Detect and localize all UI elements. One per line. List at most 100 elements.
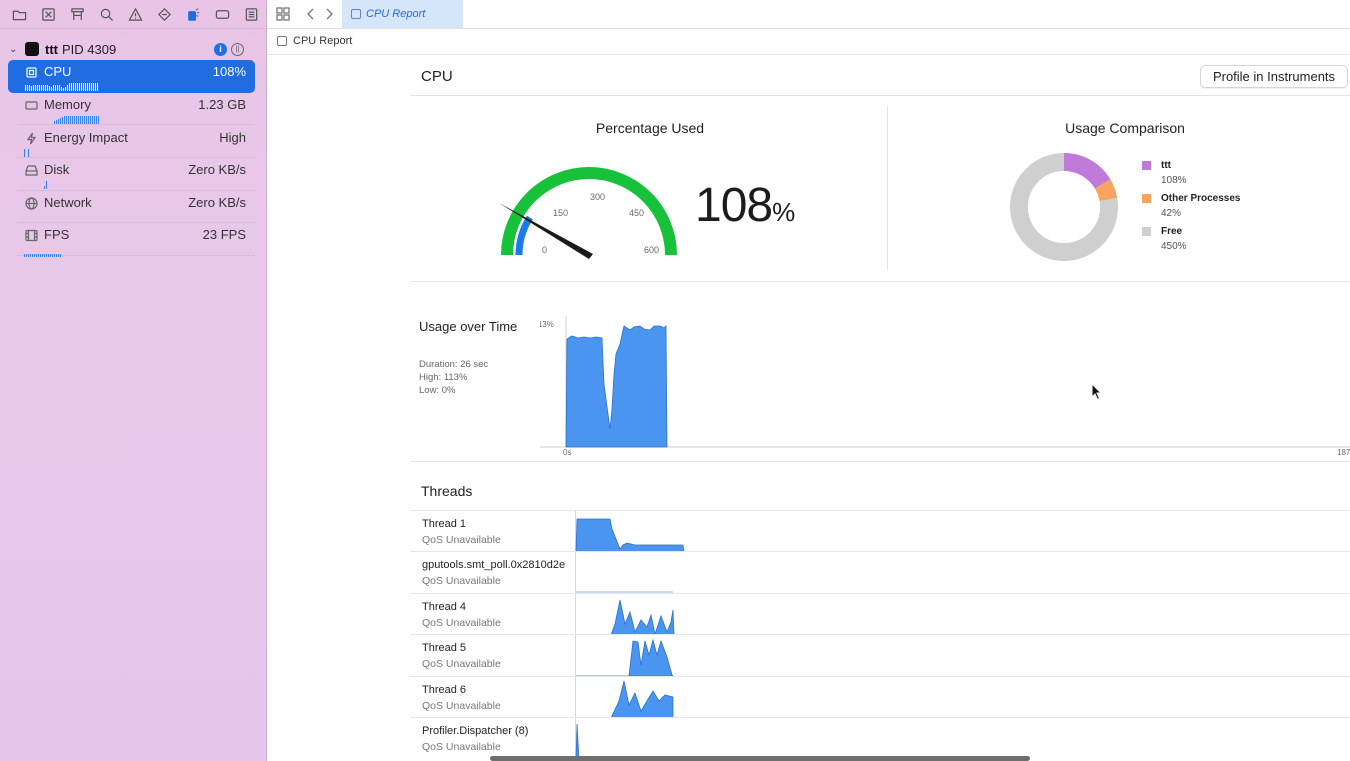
gauge-value: 108% — [212, 64, 246, 79]
editor-area: CPU Report CPU Report CPU Profile in Ins… — [267, 0, 1350, 761]
gauge-cpu[interactable]: CPU 108% — [8, 60, 255, 93]
thread-qos: QoS Unavailable — [422, 658, 501, 670]
hierarchy-icon[interactable] — [63, 0, 92, 29]
profile-in-instruments-button[interactable]: Profile in Instruments — [1200, 65, 1348, 88]
label-icon[interactable] — [208, 0, 237, 29]
gauge-label: FPS — [44, 227, 70, 242]
cpu-percentage-value: 108% — [695, 179, 795, 232]
gauge-label: Memory — [44, 97, 91, 112]
thread-row[interactable]: Thread 5 QoS Unavailable — [410, 634, 1350, 676]
thread-chart — [576, 599, 675, 635]
grid-icon[interactable] — [275, 6, 291, 22]
gauge-label: Energy Impact — [44, 130, 128, 145]
percentage-used-title: Percentage Used — [595, 120, 705, 136]
thread-qos: QoS Unavailable — [422, 700, 501, 712]
gauge-value: High — [219, 130, 246, 145]
thread-name: Thread 1 — [422, 518, 467, 530]
disk-icon — [25, 164, 38, 177]
usage-donut-chart — [1010, 153, 1118, 261]
gauge-tick: 600 — [644, 245, 659, 255]
info-icon[interactable]: i — [214, 42, 227, 56]
bolt-icon — [25, 132, 38, 145]
process-name: ttt — [45, 41, 58, 57]
close-square-icon[interactable] — [34, 0, 63, 29]
thread-row[interactable]: gputools.smt_poll.0x2810d2e QoS Unavaila… — [410, 551, 1350, 593]
memory-icon — [25, 99, 38, 112]
breadcrumb-item[interactable]: CPU Report — [293, 35, 352, 47]
search-icon[interactable] — [92, 0, 121, 29]
usage-over-time-chart: 113% 0s 187 — [540, 316, 1350, 457]
thread-chart — [576, 591, 673, 593]
gauge-label: Disk — [44, 162, 70, 177]
gauge-fps[interactable]: FPS 23 FPS — [8, 223, 255, 257]
usage-over-time-title: Usage over Time — [419, 319, 518, 334]
gauge-tick: 0 — [542, 245, 547, 255]
chevron-down-icon[interactable]: ⌄ — [9, 44, 19, 55]
thread-name: Thread 6 — [422, 684, 467, 696]
navigator-toolbar — [0, 0, 266, 29]
thread-qos: QoS Unavailable — [422, 741, 501, 753]
app-icon — [25, 42, 39, 56]
thread-row[interactable]: Thread 6 QoS Unavailable — [410, 676, 1350, 718]
horizontal-scrollbar[interactable] — [490, 756, 1030, 761]
fps-sparkline — [24, 249, 61, 257]
thread-chart — [576, 680, 674, 718]
process-row[interactable]: ⌄ ttt PID 4309 i || — [0, 38, 267, 60]
usage-area — [565, 325, 668, 448]
cpu-icon — [25, 66, 38, 79]
thread-row[interactable]: Thread 1 QoS Unavailable — [410, 510, 1350, 552]
thread-qos: QoS Unavailable — [422, 617, 501, 629]
breakpoint-icon[interactable] — [150, 0, 179, 29]
thread-row[interactable]: Thread 4 QoS Unavailable — [410, 593, 1350, 635]
report-icon[interactable] — [237, 0, 266, 29]
cpu-sparkline — [25, 83, 98, 91]
gauge-value: 1.23 GB — [198, 97, 246, 112]
gauge-disk[interactable]: Disk Zero KB/s — [8, 158, 255, 191]
gauge-tick: 300 — [590, 192, 605, 202]
gauge-label: Network — [44, 195, 92, 210]
gauge-value: Zero KB/s — [188, 162, 246, 177]
tab-cpu-report[interactable]: CPU Report — [342, 0, 463, 28]
duration-stat: Duration: 26 sec — [419, 359, 489, 370]
gauge-value: Zero KB/s — [188, 195, 246, 210]
forward-icon[interactable] — [321, 6, 337, 22]
pause-icon[interactable]: || — [231, 42, 244, 56]
tab-bar: CPU Report — [267, 0, 1350, 29]
cpu-report: CPU Profile in Instruments Percentage Us… — [410, 56, 1350, 761]
usage-comparison-title: Usage Comparison — [1065, 120, 1185, 136]
high-stat: High: 113% — [419, 372, 468, 383]
y-axis-max-label: 113% — [540, 320, 554, 329]
thread-name: Profiler.Dispatcher (8) — [422, 725, 529, 737]
thread-chart — [575, 518, 685, 552]
gauge-value-arc — [515, 215, 533, 256]
breadcrumb: CPU Report — [267, 29, 1350, 55]
folder-icon[interactable] — [5, 0, 34, 29]
thread-name: gputools.smt_poll.0x2810d2e — [422, 559, 566, 571]
gauge-network[interactable]: Network Zero KB/s — [8, 191, 255, 224]
thread-name: Thread 5 — [422, 642, 467, 654]
x-axis-start-label: 0s — [563, 448, 571, 457]
globe-icon — [25, 197, 38, 210]
page-title: CPU — [421, 68, 453, 85]
energy-sparkline — [24, 149, 29, 157]
thread-name: Thread 4 — [422, 601, 467, 613]
gauge-value: 23 FPS — [202, 227, 246, 242]
cpu-icon — [351, 9, 361, 19]
gauge-tick: 150 — [553, 208, 568, 218]
thread-chart — [576, 638, 674, 676]
back-icon[interactable] — [303, 6, 319, 22]
disk-sparkline — [44, 181, 47, 189]
gauge-tick: 450 — [629, 208, 644, 218]
gauge-range-arc — [501, 167, 677, 256]
process-pid: PID 4309 — [62, 41, 117, 57]
memory-sparkline — [54, 116, 99, 124]
thread-row[interactable]: Profiler.Dispatcher (8) QoS Unavailable — [410, 717, 1350, 759]
gauge-energy[interactable]: Energy Impact High — [8, 126, 255, 159]
warning-icon[interactable] — [121, 0, 150, 29]
debug-gauge-icon[interactable] — [179, 0, 208, 29]
gauge-memory[interactable]: Memory 1.23 GB — [8, 93, 255, 126]
percentage-gauge: 0 150 300 450 600 — [499, 167, 677, 259]
gauge-label: CPU — [44, 64, 72, 79]
x-axis-end-label: 187 — [1337, 448, 1350, 457]
debug-navigator: ⌄ ttt PID 4309 i || CPU 108% Memory 1.23… — [0, 0, 267, 761]
